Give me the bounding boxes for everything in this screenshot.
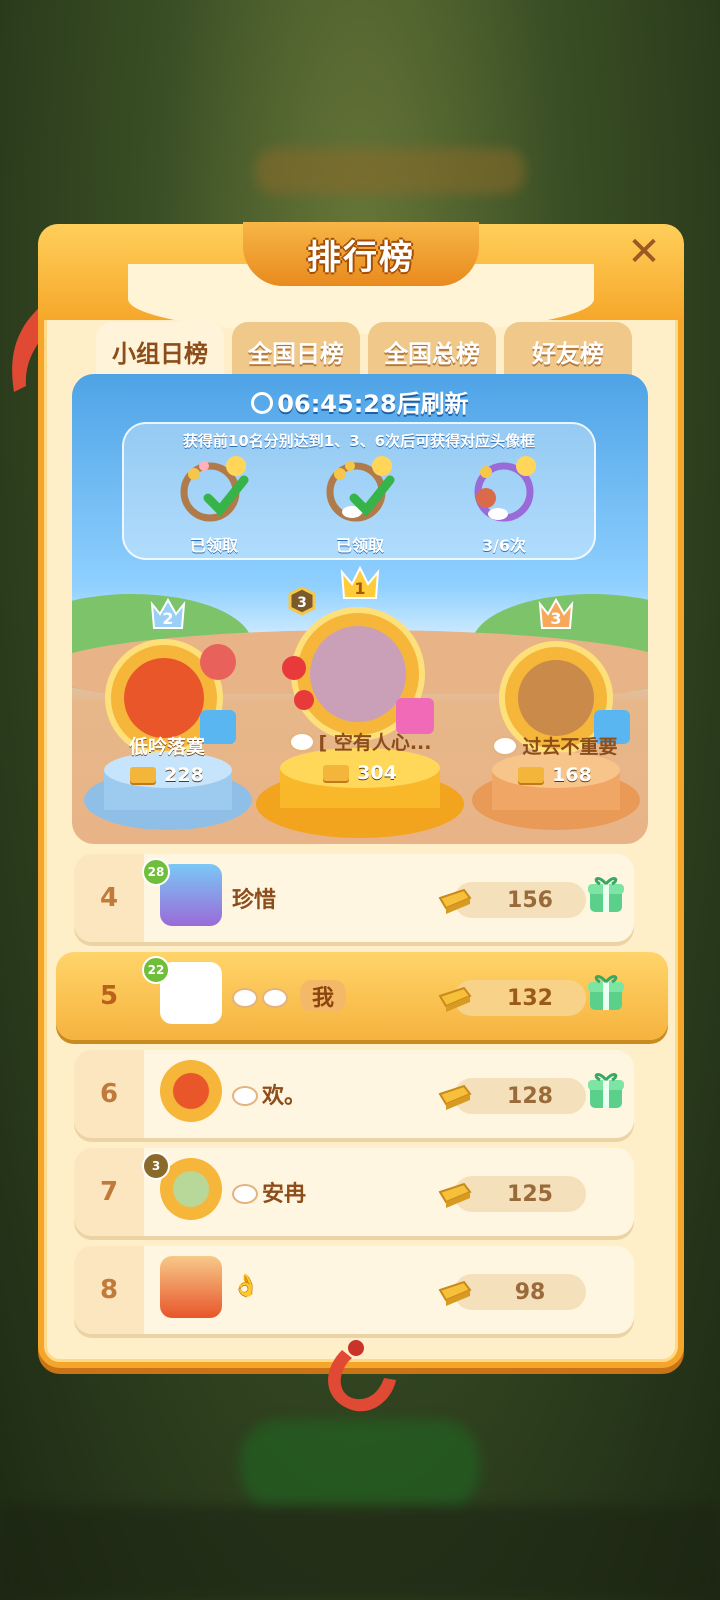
bunny-icon (262, 988, 288, 1008)
podium-name-text: 过去不重要 (522, 736, 618, 758)
refresh-suffix: 后刷新 (396, 390, 469, 418)
leaderboard-panel: 排行榜 ✕ 小组日榜 全国日榜 全国总榜 好友榜 06:45:28后刷新 获得前… (38, 222, 684, 1368)
tab-national-total[interactable]: 全国总榜 (368, 322, 496, 380)
podium-crown-number: 1 (354, 579, 365, 598)
podium-score-value: 304 (357, 762, 397, 784)
avatar (160, 1060, 222, 1122)
podium-score: 228 (82, 764, 252, 786)
bunny-icon (232, 1086, 258, 1106)
bunny-icon (232, 988, 258, 1008)
frame-status: 已领取 (335, 536, 384, 555)
podium-score-value: 228 (164, 764, 204, 786)
ribbon-decoration (328, 1340, 396, 1412)
frame-reward-1[interactable]: 已领取 (164, 452, 264, 555)
tab-friends[interactable]: 好友榜 (504, 322, 632, 380)
gold-bar-icon (518, 767, 545, 783)
podium-name: [ 空有人心... (254, 728, 466, 755)
list-item[interactable]: 6 欢。 128 (74, 1050, 634, 1138)
gift-icon[interactable] (586, 1070, 626, 1110)
podium-rank-3[interactable]: 3 过去不重要 168 (470, 594, 640, 834)
podium-score-value: 168 (552, 764, 592, 786)
player-name-text: 欢。 (262, 1084, 307, 1109)
gold-bar-icon (438, 1280, 472, 1306)
close-icon: ✕ (627, 229, 661, 275)
player-name: 珍惜 (232, 888, 277, 913)
bunny-icon (492, 736, 519, 756)
score-value: 98 (454, 1274, 586, 1310)
podium-name-text: [ 空有人心... (318, 732, 432, 754)
background-banner (255, 148, 525, 194)
player-name: 我 (232, 980, 347, 1012)
score-value: 156 (454, 882, 586, 918)
podium-rank-1-graphic: 1 3 (256, 565, 464, 838)
podium-name: 低吟落寞 (128, 736, 205, 758)
score-value: 125 (454, 1176, 586, 1212)
podium-rank-3-graphic: 3 (472, 597, 640, 830)
rank-number: 7 (74, 1148, 144, 1236)
clock-icon (251, 392, 274, 414)
rank-number: 6 (74, 1050, 144, 1138)
level-badge: 28 (142, 858, 170, 886)
background-bottom-bar (0, 1505, 720, 1600)
close-button[interactable]: ✕ (622, 230, 666, 274)
score-value: 132 (454, 980, 586, 1016)
level-badge: 3 (142, 1152, 170, 1180)
list-item[interactable]: 7 3 安冉 125 (74, 1148, 634, 1236)
player-name: 安冉 (232, 1176, 306, 1208)
podium-rank-2-graphic: 2 (84, 597, 252, 830)
player-name-text: 安冉 (262, 1182, 307, 1207)
gold-bar-icon (438, 1084, 472, 1110)
tab-bar: 小组日榜 全国日榜 全国总榜 好友榜 (96, 322, 656, 382)
podium-rank-1[interactable]: 1 3 [ 空有人心... 304 (254, 564, 466, 844)
rank-number: 5 (99, 981, 119, 1011)
list-item-self[interactable]: 5 22 我 132 (56, 952, 668, 1040)
frame-reward-box: 获得前10名分别达到1、3、6次后可获得对应头像框 已领取 已领取 3/6次 (122, 422, 596, 560)
level-badge: 22 (142, 956, 170, 984)
avatar (160, 1256, 222, 1318)
list-item[interactable]: 8 👌 98 (74, 1246, 634, 1334)
wreath-frame-icon (180, 456, 249, 522)
podium-rank-2[interactable]: 2 低吟落寞 228 (82, 594, 252, 834)
frame-reward-3[interactable]: 3/6次 (454, 452, 554, 555)
gold-bar-icon (323, 765, 350, 781)
podium-score: 304 (254, 762, 466, 784)
refresh-time: 06:45:28 (277, 390, 397, 418)
title-plate: 排行榜 (243, 222, 479, 286)
tab-national-daily[interactable]: 全国日榜 (232, 322, 360, 380)
gold-bar-icon (130, 767, 157, 783)
frame-reward-2[interactable]: 已领取 (310, 452, 410, 555)
refresh-timer: 06:45:28后刷新 (72, 384, 648, 419)
score-value: 128 (454, 1078, 586, 1114)
frame-status: 3/6次 (481, 536, 527, 555)
panel-header: 排行榜 ✕ (38, 222, 684, 334)
frame-hint: 获得前10名分别达到1、3、6次后可获得对应头像框 (182, 432, 536, 450)
bunny-icon (232, 1184, 258, 1204)
bunny-icon (288, 732, 315, 752)
gift-icon[interactable] (586, 972, 626, 1012)
rank-number: 4 (74, 854, 144, 942)
level-badge-text: 3 (297, 595, 307, 611)
podium-name: 过去不重要 (470, 732, 640, 759)
rank-number: 8 (74, 1246, 144, 1334)
page-title: 排行榜 (307, 237, 415, 278)
frame-status: 已领取 (189, 536, 238, 555)
background-button (240, 1420, 480, 1510)
gold-bar-icon (438, 888, 472, 914)
list-item[interactable]: 4 28 珍惜 156 (74, 854, 634, 942)
player-name: 👌 (232, 1274, 260, 1299)
podium-score: 168 (470, 764, 640, 786)
podium-crown-number: 2 (162, 609, 173, 628)
podium-area: 06:45:28后刷新 获得前10名分别达到1、3、6次后可获得对应头像框 已领… (72, 374, 648, 844)
wreath-frame-icon (326, 456, 395, 522)
podium-crown-number: 3 (550, 609, 561, 628)
wreath-frame-icon (474, 456, 536, 522)
tab-group-daily[interactable]: 小组日榜 (96, 322, 224, 380)
gift-icon[interactable] (586, 874, 626, 914)
player-name: 欢。 (232, 1078, 306, 1110)
me-tag: 我 (300, 980, 347, 1012)
gold-bar-icon (438, 1182, 472, 1208)
gold-bar-icon (438, 986, 472, 1012)
